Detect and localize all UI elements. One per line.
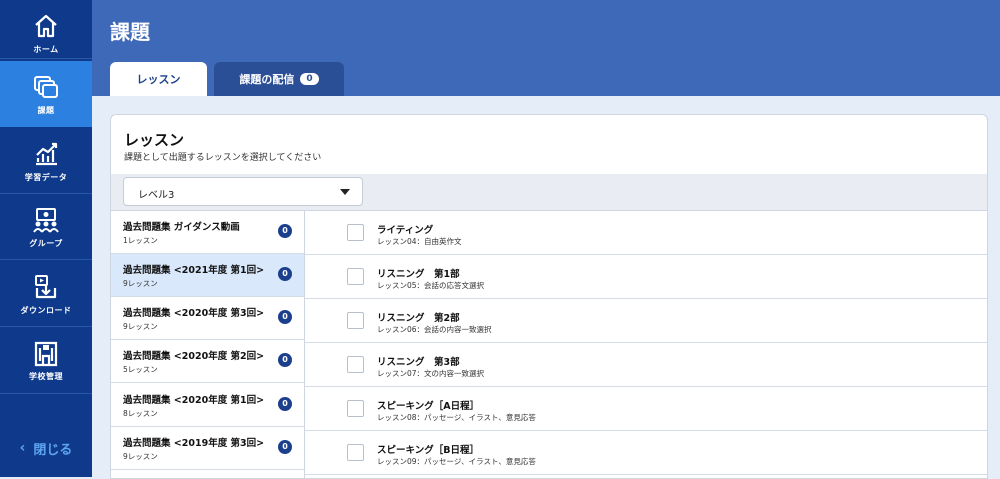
lesson-name: スピーキング［B日程］ (377, 445, 479, 456)
lesson-description: レッスン05：会話の応答文選択 (377, 281, 485, 290)
tab-lesson[interactable]: レッスン (110, 62, 207, 96)
lesson-description: レッスン08：パッセージ、イラスト、意見応答 (377, 413, 536, 422)
section-title: レッスン (124, 131, 185, 149)
assignment-icon (34, 75, 58, 98)
course-item[interactable]: 過去問題集 <2020年度 第3回> 9レッスン 0 (111, 297, 304, 340)
lesson-checkbox[interactable] (347, 224, 364, 241)
lesson-name: リスニング 第1部 (377, 269, 460, 280)
course-item[interactable]: 過去問題集 <2021年度 第1回> 9レッスン 0 (111, 254, 304, 297)
tab-lesson-label: レッスン (136, 73, 181, 86)
lesson-row: ライティング レッスン04：自由英作文 (305, 211, 987, 255)
group-icon (33, 207, 59, 233)
course-badge: 0 (278, 224, 292, 238)
lesson-checkbox[interactable] (347, 444, 364, 461)
lesson-checkbox[interactable] (347, 356, 364, 373)
nav-download-label: ダウンロード (20, 305, 72, 315)
tab-distribution-label: 課題の配信 (239, 73, 295, 86)
course-lesson-count: 9レッスン (123, 279, 158, 288)
lesson-name: スピーキング［A日程］ (377, 401, 480, 412)
lesson-checkbox[interactable] (347, 312, 364, 329)
chart-icon (36, 142, 58, 165)
course-lesson-count: 8レッスン (123, 409, 158, 418)
lesson-row: スピーキング［B日程］ レッスン09：パッセージ、イラスト、意見応答 (305, 431, 987, 475)
lesson-description: レッスン07：文の内容一致選択 (377, 369, 485, 378)
course-badge: 0 (278, 440, 292, 454)
download-icon (35, 274, 57, 298)
nav-assignment[interactable]: 課題 (0, 61, 92, 127)
course-lesson-count: 9レッスン (123, 452, 158, 461)
course-lesson-count: 1レッスン (123, 236, 158, 245)
lesson-description: レッスン06：会話の内容一致選択 (377, 325, 492, 334)
school-icon (34, 341, 58, 366)
course-item[interactable]: 過去問題集 <2019年度 第3回> 9レッスン 0 (111, 427, 304, 470)
course-badge: 0 (278, 353, 292, 367)
level-select[interactable]: レベル3 (123, 177, 363, 206)
lesson-panel: レッスン 課題として出題するレッスンを選択してください レベル3 過去問題集 ガ… (110, 114, 988, 479)
nav-school-admin-label: 学校管理 (29, 371, 63, 381)
level-select-value: レベル3 (138, 190, 175, 201)
tab-distribution[interactable]: 課題の配信 0 (214, 62, 344, 96)
course-badge: 0 (278, 310, 292, 324)
course-list: 過去問題集 ガイダンス動画 1レッスン 0 過去問題集 <2021年度 第1回>… (111, 211, 305, 478)
lesson-row: リスニング 第2部 レッスン06：会話の内容一致選択 (305, 299, 987, 343)
lesson-description: レッスン04：自由英作文 (377, 237, 462, 246)
course-name: 過去問題集 <2020年度 第3回> (123, 308, 265, 319)
lesson-row: スピーキング［A日程］ レッスン08：パッセージ、イラスト、意見応答 (305, 387, 987, 431)
lesson-checkbox[interactable] (347, 268, 364, 285)
section-subtitle: 課題として出題するレッスンを選択してください (124, 153, 322, 163)
course-badge: 0 (278, 267, 292, 281)
chevron-left-icon: ‹ (19, 440, 26, 456)
page-title: 課題 (110, 20, 150, 44)
nav-group-label: グループ (29, 238, 63, 248)
course-lesson-count: 9レッスン (123, 322, 158, 331)
nav-home-label: ホーム (33, 44, 59, 54)
header: 課題 レッスン 課題の配信 0 (92, 0, 1000, 96)
course-item[interactable]: 過去問題集 <2020年度 第1回> 8レッスン 0 (111, 384, 304, 427)
lesson-row: リスニング 第1部 レッスン05：会話の応答文選択 (305, 255, 987, 299)
nav-assignment-label: 課題 (37, 105, 55, 115)
nav-learning-data[interactable]: 学習データ (0, 128, 92, 194)
course-name: 過去問題集 ガイダンス動画 (123, 222, 240, 233)
distribution-count-badge: 0 (300, 73, 319, 85)
lesson-checkbox[interactable] (347, 400, 364, 417)
course-badge: 0 (278, 397, 292, 411)
nav-learning-data-label: 学習データ (24, 172, 68, 182)
nav-school-admin[interactable]: 学校管理 (0, 327, 92, 393)
nav-home[interactable]: ホーム (0, 0, 92, 66)
lesson-row: リスニング 第3部 レッスン07：文の内容一致選択 (305, 343, 987, 387)
course-name: 過去問題集 <2020年度 第1回> (123, 395, 265, 406)
chevron-down-icon (340, 189, 350, 195)
close-sidebar-button[interactable]: ‹ 閉じる (0, 430, 92, 466)
lesson-name: リスニング 第3部 (377, 357, 460, 368)
lesson-name: リスニング 第2部 (377, 313, 460, 324)
course-name: 過去問題集 <2020年度 第2回> (123, 351, 265, 362)
sidebar: ホーム 課題 学習データ グループ ダウンロード 学校管理 ‹ 閉じる (0, 0, 92, 477)
nav-group[interactable]: グループ (0, 194, 92, 260)
course-name: 過去問題集 <2019年度 第3回> (123, 438, 265, 449)
home-icon (35, 14, 57, 37)
lesson-name: ライティング (377, 225, 434, 236)
course-item[interactable]: 過去問題集 <2020年度 第2回> 5レッスン 0 (111, 340, 304, 383)
course-lesson-count: 5レッスン (123, 365, 158, 374)
course-item[interactable]: 過去問題集 ガイダンス動画 1レッスン 0 (111, 211, 304, 254)
nav-download[interactable]: ダウンロード (0, 261, 92, 327)
course-name: 過去問題集 <2021年度 第1回> (123, 265, 265, 276)
lesson-description: レッスン09：パッセージ、イラスト、意見応答 (377, 457, 536, 466)
close-sidebar-label: 閉じる (33, 442, 73, 458)
